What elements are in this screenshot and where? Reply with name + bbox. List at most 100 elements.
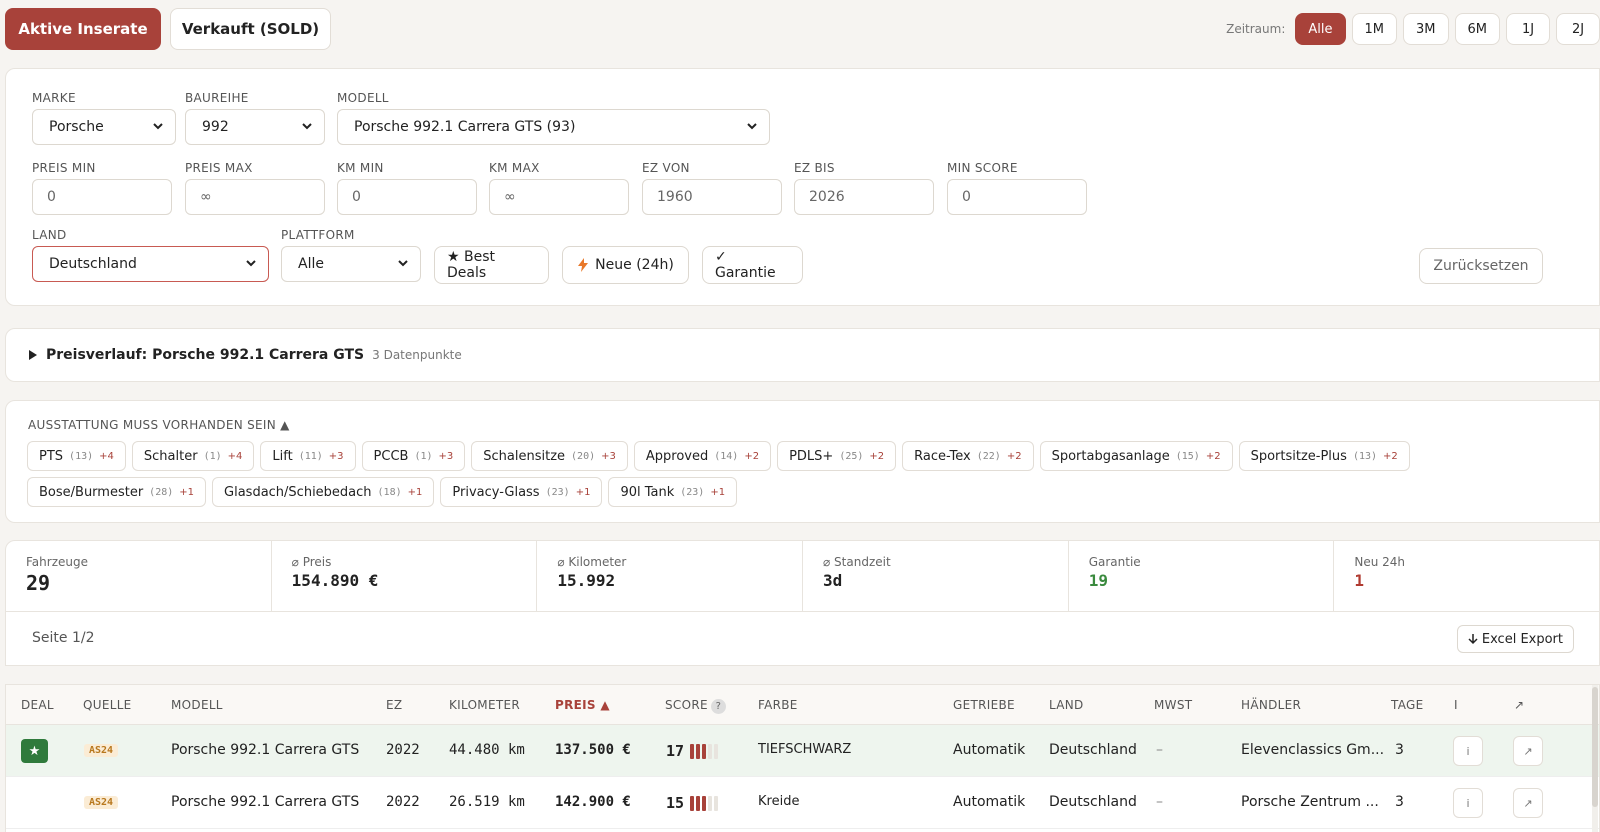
tag-name: Glasdach/Schiebedach [224, 484, 372, 500]
ausstattung-tag[interactable]: Sportabgasanlage (15) +2 [1039, 441, 1233, 471]
th-quelle[interactable]: QUELLE [83, 698, 132, 712]
tag-score: +1 [575, 486, 591, 498]
ausstattung-tag[interactable]: Sportsitze-Plus (13) +2 [1238, 441, 1410, 471]
ausstattung-tag[interactable]: Schalensitze (20) +3 [471, 441, 628, 471]
preisverlauf-panel[interactable]: Preisverlauf: Porsche 992.1 Carrera GTS … [5, 328, 1600, 382]
excel-export-label: Excel Export [1481, 631, 1563, 647]
table-row[interactable]: ★ AS24 Porsche 992.1 Carrera GTS 2022 44… [6, 725, 1599, 777]
stat-preis-label: ⌀ Preis [291, 555, 332, 569]
th-getriebe[interactable]: GETRIEBE [953, 698, 1015, 712]
table-scrollbar[interactable] [1592, 685, 1598, 832]
tag-score: +1 [407, 486, 423, 498]
ez-von-input[interactable]: 1960 [642, 179, 782, 215]
ausstattung-tag[interactable]: Schalter (1) +4 [131, 441, 255, 471]
score-bar [714, 743, 719, 759]
external-link-icon[interactable]: ↗ [1513, 788, 1543, 818]
best-deals-button[interactable]: ★ Best Deals [434, 246, 549, 284]
external-link-icon[interactable]: ↗ [1513, 736, 1543, 766]
cell-modell[interactable]: Porsche 992.1 Carrera GTS [171, 742, 359, 758]
stats-bar: Fahrzeuge 29 ⌀ Preis 154.890 € ⌀ Kilomet… [5, 540, 1600, 612]
neue-24h-button[interactable]: Neue (24h) [562, 246, 689, 284]
th-farbe[interactable]: FARBE [758, 698, 798, 712]
zeitraum-2j-button[interactable]: 2J [1556, 13, 1600, 45]
arrow-down-icon [1468, 634, 1478, 645]
zeitraum-3m-button[interactable]: 3M [1403, 13, 1449, 45]
tag-score: +2 [1383, 450, 1398, 462]
ausstattung-tag[interactable]: Approved (14) +2 [633, 441, 772, 471]
cell-ez: 2022 [386, 742, 420, 758]
plattform-select[interactable]: Alle [281, 246, 421, 282]
th-land[interactable]: LAND [1049, 698, 1084, 712]
preis-max-label: PREIS MAX [185, 161, 253, 175]
triangle-right-icon[interactable] [28, 350, 38, 360]
ausstattung-tag[interactable]: 90l Tank (23) +1 [608, 477, 738, 507]
ausstattung-tag[interactable]: Lift (11) +3 [260, 441, 356, 471]
ausstattung-heading[interactable]: AUSSTATTUNG MUSS VORHANDEN SEIN ▲ [28, 418, 290, 432]
stat-standzeit: ⌀ Standzeit 3d [803, 541, 1069, 611]
tab-aktive-inserate[interactable]: Aktive Inserate [5, 8, 161, 50]
ausstattung-tag[interactable]: Bose/Burmester (28) +1 [27, 477, 207, 507]
ausstattung-tag[interactable]: Privacy-Glass (23) +1 [440, 477, 603, 507]
marke-select[interactable]: Porsche [32, 109, 176, 145]
ausstattung-tag[interactable]: Glasdach/Schiebedach (18) +1 [212, 477, 435, 507]
zeitraum-label: Zeitraum: [1226, 22, 1286, 36]
chevron-down-icon [246, 260, 256, 267]
baureihe-select[interactable]: 992 [185, 109, 325, 145]
tag-count: (13) [1352, 450, 1378, 462]
land-select[interactable]: Deutschland [32, 246, 269, 282]
tab-verkauft[interactable]: Verkauft (SOLD) [170, 8, 331, 50]
ausstattung-tag[interactable]: Race-Tex (22) +2 [902, 441, 1034, 471]
reset-button[interactable]: Zurücksetzen [1419, 248, 1543, 284]
stat-neu-label: Neu 24h [1354, 555, 1406, 569]
zeitraum-6m-button[interactable]: 6M [1454, 13, 1500, 45]
modell-select[interactable]: Porsche 992.1 Carrera GTS (93) [337, 109, 770, 145]
km-max-input[interactable]: ∞ [489, 179, 629, 215]
th-modell[interactable]: MODELL [171, 698, 223, 712]
ausstattung-tag[interactable]: PCCB (1) +3 [361, 441, 466, 471]
zeitraum-1j-button[interactable]: 1J [1506, 13, 1550, 45]
ausstattung-tag[interactable]: PTS (13) +4 [27, 441, 126, 471]
th-score[interactable]: SCORE? [665, 698, 726, 714]
th-kilometer[interactable]: KILOMETER [449, 698, 520, 712]
ez-bis-input[interactable]: 2026 [794, 179, 934, 215]
garantie-button[interactable]: ✓ Garantie [702, 246, 803, 284]
zeitraum-1m-button[interactable]: 1M [1351, 13, 1397, 45]
score-bars [690, 743, 719, 759]
info-button[interactable]: i [1453, 736, 1483, 766]
score-bar [690, 743, 695, 759]
ausstattung-tag[interactable]: PDLS+ (25) +2 [777, 441, 897, 471]
tag-name: PTS [39, 448, 64, 464]
cell-modell[interactable]: Porsche 992.1 Carrera GTS [171, 794, 359, 810]
modell-value: Porsche 992.1 Carrera GTS (93) [354, 119, 576, 135]
th-link: ↗ [1514, 698, 1525, 712]
ez-von-label: EZ VON [642, 161, 690, 175]
excel-export-button[interactable]: Excel Export [1456, 625, 1574, 653]
garantie-label: ✓ Garantie [715, 249, 776, 281]
th-haendler[interactable]: HÄNDLER [1241, 698, 1301, 712]
stat-preis-value: 154.890 € [291, 571, 379, 590]
score-bar [696, 743, 701, 759]
th-ez[interactable]: EZ [386, 698, 402, 712]
th-tage[interactable]: TAGE [1391, 698, 1423, 712]
min-score-input[interactable]: 0 [947, 179, 1087, 215]
score-value: 17 [666, 742, 685, 760]
tag-name: Approved [645, 448, 709, 464]
th-deal[interactable]: DEAL [21, 698, 54, 712]
info-button[interactable]: i [1453, 788, 1483, 818]
th-preis[interactable]: PREIS ▲ [555, 698, 610, 712]
cell-preis: 142.900 € [555, 794, 631, 810]
score-bar [702, 795, 707, 811]
score-bar [690, 795, 695, 811]
scrollbar-thumb[interactable] [1592, 687, 1598, 807]
preis-min-input[interactable]: 0 [32, 179, 172, 215]
preis-max-input[interactable]: ∞ [185, 179, 325, 215]
cell-preis: 137.500 € [555, 742, 631, 758]
km-min-input[interactable]: 0 [337, 179, 477, 215]
th-mwst[interactable]: MWST [1154, 698, 1192, 712]
lightning-icon [578, 258, 589, 272]
table-row[interactable]: AS24 Porsche 992.1 Carrera GTS 2022 26.5… [6, 777, 1599, 829]
quelle-badge: AS24 [84, 744, 119, 757]
help-icon[interactable]: ? [710, 699, 726, 714]
tag-count: (28) [149, 486, 174, 498]
zeitraum-alle-button[interactable]: Alle [1295, 13, 1346, 45]
